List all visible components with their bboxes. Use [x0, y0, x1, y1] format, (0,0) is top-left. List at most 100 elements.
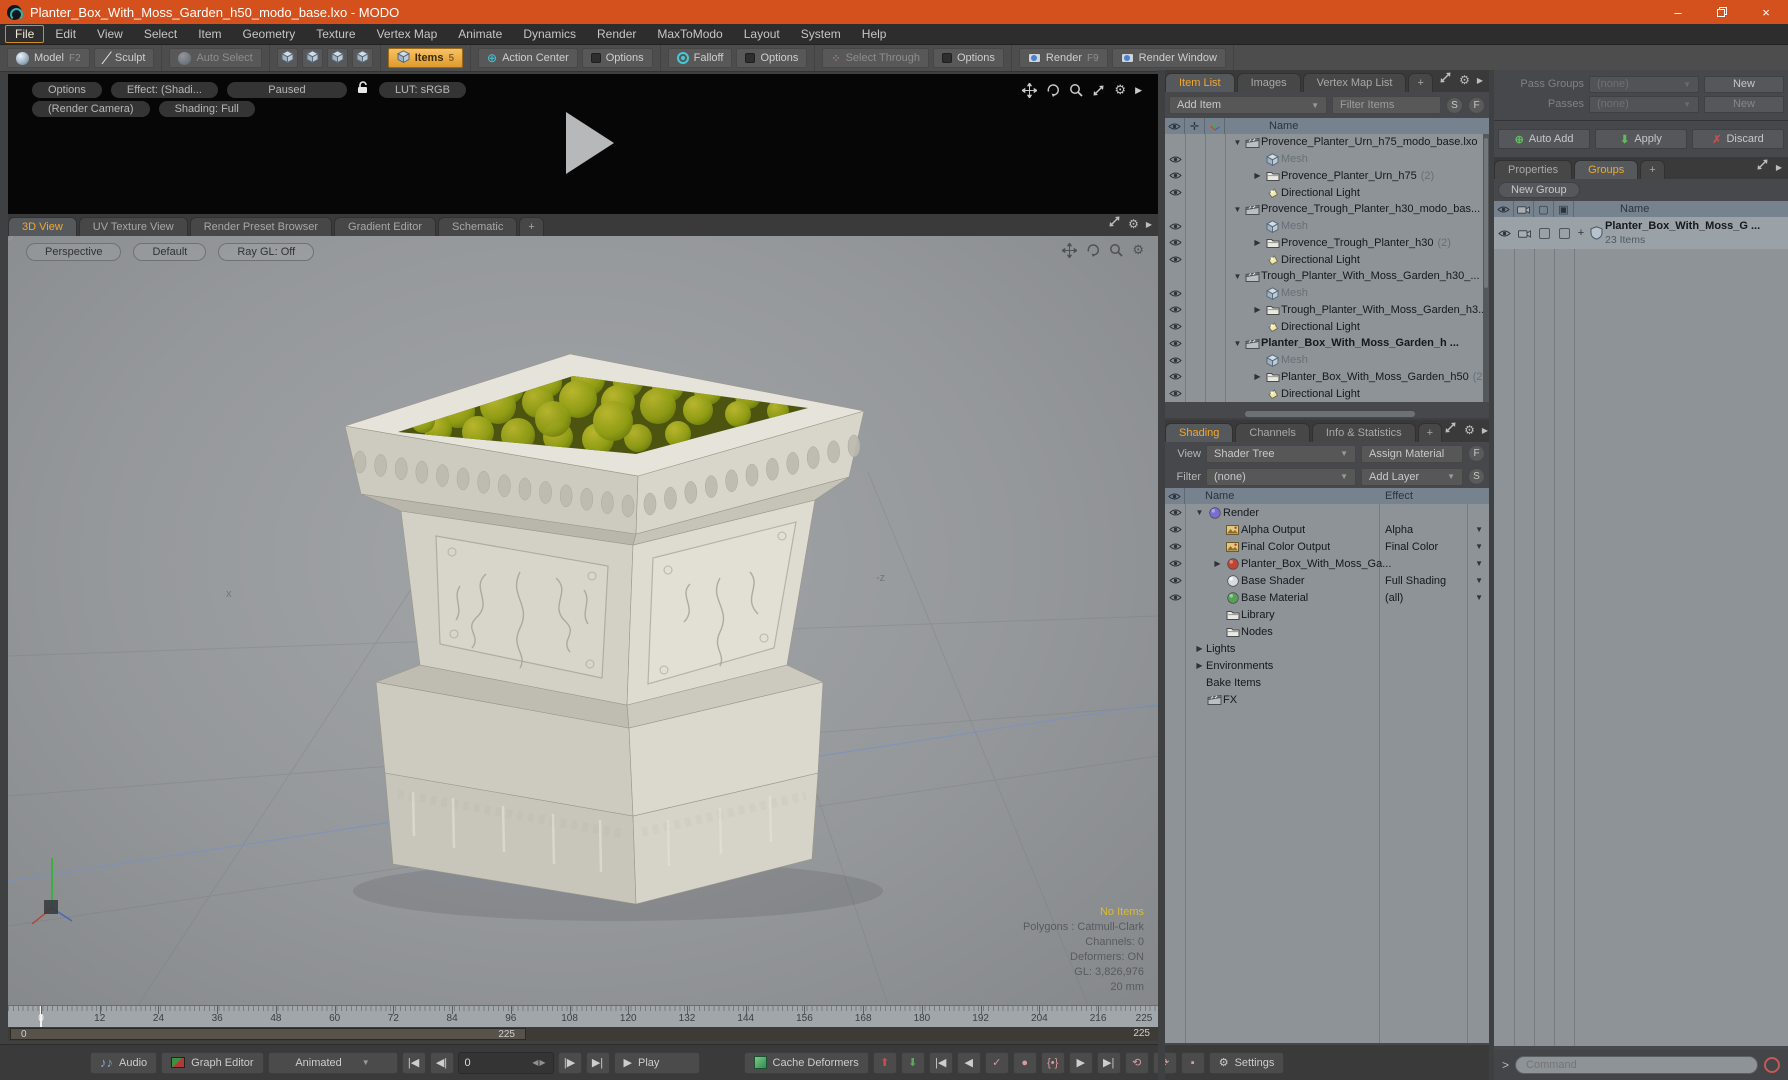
expand-icon[interactable] [1444, 421, 1457, 439]
key-filter-button[interactable]: ▪ [1180, 1051, 1205, 1074]
timeline-range-bar[interactable]: 0 225 225 [8, 1027, 1158, 1041]
effect-dropdown-icon[interactable]: ▼ [1475, 576, 1483, 585]
item-row[interactable]: ▼ Provence_Planter_Urn_h75_modo_base.lxo [1165, 134, 1489, 151]
gear-icon[interactable]: ⚙ [1114, 82, 1126, 98]
twirl-down-icon[interactable]: ▼ [1231, 272, 1244, 281]
orbit-icon[interactable] [1086, 243, 1100, 257]
shader-row[interactable]: ▼ Render [1165, 504, 1489, 521]
tab-groups[interactable]: Groups [1574, 160, 1639, 179]
model-button[interactable]: Model F2 [7, 48, 90, 68]
menu-vertex-map[interactable]: Vertex Map [367, 25, 448, 43]
expand-plus[interactable]: + [1574, 227, 1588, 239]
shading-f-button[interactable]: F [1468, 445, 1485, 462]
shader-row[interactable]: Nodes [1165, 623, 1489, 640]
tab-add[interactable]: + [519, 217, 544, 236]
menu-item[interactable]: Item [188, 25, 231, 43]
passes-dropdown[interactable]: (none) ▼ [1589, 95, 1699, 113]
cache-deformers-button[interactable]: Cache Deformers [743, 1051, 869, 1074]
shading-s-button[interactable]: S [1468, 468, 1485, 485]
shader-row[interactable]: ▶ Environments [1165, 657, 1489, 674]
shading-filter-dropdown[interactable]: (none) ▼ [1206, 467, 1356, 486]
effect-dropdown-icon[interactable]: ▼ [1475, 525, 1483, 534]
tab-add[interactable]: + [1640, 160, 1665, 179]
items-cube-button[interactable] [351, 48, 373, 68]
key-options-button[interactable]: {•} [1040, 1051, 1065, 1074]
twirl-right-icon[interactable]: ▶ [1251, 238, 1264, 247]
tab-uv-texture-view[interactable]: UV Texture View [78, 217, 188, 236]
go-to-start-button[interactable]: |◀ [401, 1051, 426, 1074]
menu-animate[interactable]: Animate [448, 25, 512, 43]
item-row[interactable]: Mesh [1165, 218, 1489, 235]
preview-shading-button[interactable]: Shading: Full [158, 101, 255, 117]
shader-row[interactable]: Base Shader Full Shading ▼ [1165, 572, 1489, 589]
add-item-dropdown[interactable]: Add Item ▼ [1169, 96, 1327, 114]
menu-help[interactable]: Help [852, 25, 897, 43]
play-button[interactable]: ▶ Play [613, 1051, 700, 1074]
lock-checkbox[interactable] [1538, 227, 1550, 239]
move-icon[interactable] [1022, 82, 1038, 98]
tab-schematic[interactable]: Schematic [438, 217, 518, 236]
shader-row[interactable]: Final Color Output Final Color ▼ [1165, 538, 1489, 555]
item-row[interactable]: Directional Light [1165, 184, 1489, 201]
menu-view[interactable]: View [87, 25, 133, 43]
edges-mode-button[interactable] [301, 48, 323, 68]
zoom-icon[interactable] [1109, 243, 1123, 257]
twirl-right-icon[interactable]: ▶ [1251, 171, 1264, 180]
shader-row[interactable]: Library [1165, 606, 1489, 623]
menu-texture[interactable]: Texture [306, 25, 365, 43]
visibility-eye-icon[interactable] [1165, 389, 1185, 398]
filter-items-input[interactable]: Filter Items [1332, 96, 1441, 114]
shading-mode-button[interactable]: Default [133, 243, 207, 261]
render-button[interactable]: Render F9 [1018, 48, 1108, 68]
scope-button[interactable]: S [1446, 96, 1463, 114]
item-row[interactable]: ▶ Provence_Planter_Urn_h75 (2) [1165, 168, 1489, 185]
visibility-eye-icon[interactable] [1165, 305, 1185, 314]
visibility-eye-icon[interactable] [1165, 576, 1185, 585]
preview-pause-button[interactable]: Paused [226, 82, 347, 98]
tab-item-list[interactable]: Item List [1165, 73, 1235, 92]
menu-file[interactable]: File [5, 25, 45, 43]
twirl-right-icon[interactable]: ▶ [1193, 644, 1206, 653]
more-arrow-icon[interactable]: ▶ [1776, 163, 1782, 172]
go-to-end-button[interactable]: ▶| [585, 1051, 610, 1074]
menu-system[interactable]: System [791, 25, 851, 43]
more-arrow-icon[interactable]: ▶ [1482, 426, 1488, 435]
expand-icon[interactable] [1108, 215, 1121, 233]
tab-3d-view[interactable]: 3D View [8, 217, 77, 236]
next-keyframe-button[interactable]: ▶| [1096, 1051, 1121, 1074]
unlock-icon[interactable] [356, 81, 370, 99]
shader-row[interactable]: ▶ Planter_Box_With_Moss_Ga... ▼ [1165, 555, 1489, 572]
gear-icon[interactable]: ⚙ [1459, 73, 1470, 87]
graph-editor-button[interactable]: Graph Editor [161, 1051, 264, 1074]
item-row[interactable]: Directional Light [1165, 385, 1489, 402]
item-row[interactable]: ▶ Provence_Trough_Planter_h30 (2) [1165, 235, 1489, 252]
apply-button[interactable]: ⬇ Apply [1595, 129, 1687, 149]
raygl-button[interactable]: Ray GL: Off [218, 243, 315, 261]
item-row[interactable]: Mesh [1165, 285, 1489, 302]
auto-key-button[interactable]: ✓ [984, 1051, 1009, 1074]
preview-options-button[interactable]: Options [32, 82, 102, 98]
preview-lut-button[interactable]: LUT: sRGB [378, 82, 466, 98]
item-list-hscrollbar[interactable] [1165, 410, 1489, 418]
menu-dynamics[interactable]: Dynamics [513, 25, 586, 43]
prev-key-button[interactable]: ◀ [956, 1051, 981, 1074]
effect-dropdown-icon[interactable]: ▼ [1475, 559, 1483, 568]
settings-button[interactable]: ⚙ Settings [1208, 1051, 1285, 1074]
menu-render[interactable]: Render [587, 25, 646, 43]
visibility-eye-icon[interactable] [1165, 356, 1185, 365]
orbit-icon[interactable] [1046, 83, 1060, 97]
twirl-down-icon[interactable]: ▼ [1231, 339, 1244, 348]
cache-up-button[interactable]: ⬆ [872, 1051, 897, 1074]
cache-down-button[interactable]: ⬇ [900, 1051, 925, 1074]
effect-value[interactable]: Alpha [1385, 524, 1413, 536]
filter-button[interactable]: F [1468, 96, 1485, 114]
expand-icon[interactable] [1439, 71, 1452, 89]
3d-viewport[interactable]: Perspective Default Ray GL: Off ⚙ x -z N… [8, 236, 1158, 1005]
effect-dropdown-icon[interactable]: ▼ [1475, 593, 1483, 602]
visibility-eye-icon[interactable] [1165, 188, 1185, 197]
expand-icon[interactable] [1092, 84, 1105, 97]
menu-maxtomodo[interactable]: MaxToModo [647, 25, 732, 43]
menu-layout[interactable]: Layout [734, 25, 790, 43]
step-forward-button[interactable]: |▶ [557, 1051, 582, 1074]
undo-key-button[interactable]: ⟲ [1124, 1051, 1149, 1074]
